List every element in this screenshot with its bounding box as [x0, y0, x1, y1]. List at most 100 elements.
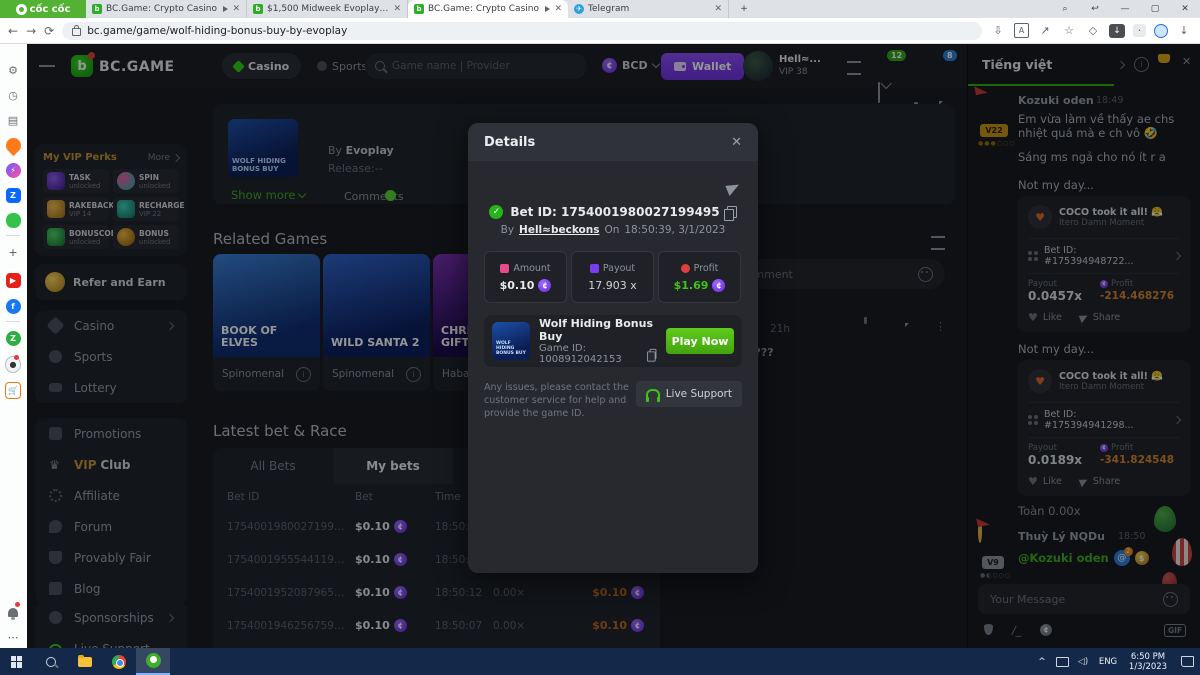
telegram-favicon: ✈ [574, 4, 584, 14]
bcgame-favicon: b [253, 4, 263, 14]
tray-expand-icon[interactable]: ^ [1032, 648, 1052, 675]
modal-header: Details ✕ [468, 123, 758, 161]
modal-live-support-button[interactable]: Live Support [636, 381, 742, 407]
browser-profile-avatar[interactable] [1154, 24, 1168, 38]
clock[interactable]: 6:50 PM 1/3/2023 [1122, 648, 1174, 675]
payout-stat: Payout 17.903 x [571, 251, 654, 303]
amount-icon [500, 264, 509, 273]
extensions-puzzle-icon[interactable]: · [1133, 24, 1146, 37]
tab-close-icon[interactable]: ✕ [714, 4, 722, 14]
coccoc-brand[interactable]: cốc cốc [0, 0, 86, 18]
modal-title: Details [484, 135, 535, 150]
tab-close-icon[interactable]: ✕ [232, 4, 240, 14]
add-favorite-button[interactable]: + [5, 244, 21, 260]
verified-check-icon: ✓ [489, 205, 503, 219]
history-clock-icon[interactable]: ◷ [5, 87, 21, 103]
tray-time: 6:50 PM [1131, 652, 1165, 662]
search-tabs-icon[interactable]: ⌕ [1050, 0, 1080, 18]
messenger-icon[interactable]: ⚡ [5, 162, 21, 178]
reload-icon[interactable]: ⟳ [44, 24, 54, 38]
translate-icon[interactable]: A [1014, 23, 1029, 38]
language-indicator[interactable]: ENG [1094, 648, 1122, 675]
window-maximize-button[interactable]: ▢ [1140, 0, 1170, 18]
flame-icon[interactable] [5, 137, 21, 153]
network-icon[interactable] [1052, 648, 1072, 675]
payout-icon [590, 264, 599, 273]
newsfeed-icon[interactable]: ▤ [5, 112, 21, 128]
tab-close-icon[interactable]: ✕ [554, 4, 562, 14]
modal-game-name: Wolf Hiding Bonus Buy [539, 317, 657, 343]
start-button[interactable] [0, 648, 34, 675]
settings-gear-icon[interactable]: ⚙ [5, 62, 21, 78]
bet-details-modal: Details ✕ ✓ Bet ID: 1754001980027199495 … [468, 123, 758, 573]
sports-site-icon[interactable]: ● [5, 356, 21, 372]
tab-history-icon[interactable]: ↩ [1080, 0, 1110, 18]
shopping-cart-icon[interactable]: 🛒 [5, 382, 21, 398]
share-icon[interactable]: ↗ [1037, 24, 1053, 37]
browser-tab-3-active[interactable]: b BC.Game: Crypto Casino ✕ [408, 0, 568, 18]
more-options-icon[interactable]: ⋯ [5, 629, 21, 645]
brand-label: cốc cốc [30, 4, 71, 15]
modal-game-thumbnail[interactable]: WOLF HIDING BONUS BUY [492, 322, 530, 360]
window-minimize-button[interactable]: — [1110, 0, 1140, 18]
gamepad-icon[interactable] [5, 212, 21, 228]
coccoc-logo-icon [16, 4, 27, 15]
bet-timestamp: 18:50:39, 3/1/2023 [624, 224, 725, 236]
coccoc-taskbar-icon-active[interactable] [136, 648, 170, 675]
bcgame-favicon: b [414, 4, 424, 14]
browser-favorites-bar: ⚙ ◷ ▤ ⚡ Z + ▶ f Z ● 🛒 ⋯ [0, 44, 28, 648]
window-close-button[interactable]: ✕ [1170, 0, 1200, 18]
tab-close-icon[interactable]: ✕ [393, 4, 401, 14]
volume-icon[interactable]: ◁) [1072, 648, 1094, 675]
tab-title: $1,500 Midweek Evoplay Mu [267, 4, 389, 14]
screen: cốc cốc b BC.Game: Crypto Casino ✕ b $1,… [0, 0, 1200, 675]
modal-game-card: WOLF HIDING BONUS BUY Wolf Hiding Bonus … [484, 315, 742, 367]
bookmark-star-icon[interactable]: ☆ [1061, 24, 1077, 37]
bet-owner[interactable]: Hell≈beckons [519, 224, 599, 236]
browser-tab-1[interactable]: b BC.Game: Crypto Casino ✕ [86, 0, 247, 18]
file-explorer-icon[interactable] [68, 648, 102, 675]
zalo-pc-icon[interactable]: Z [5, 330, 21, 346]
modal-close-icon[interactable]: ✕ [731, 135, 742, 150]
profit-stat: Profit $1.69¢ [658, 251, 741, 303]
play-now-button[interactable]: Play Now [666, 328, 734, 354]
copy-icon[interactable] [649, 349, 656, 359]
lock-icon [72, 28, 81, 36]
shield-icon[interactable]: ◇ [1085, 24, 1101, 37]
amount-value: $0.10 [500, 279, 535, 292]
tray-date: 1/3/2023 [1129, 662, 1167, 672]
modal-bet-id: Bet ID: 1754001980027199495 [510, 205, 719, 219]
forward-icon[interactable]: → [26, 24, 36, 38]
download-active-icon[interactable]: ↓ [1109, 24, 1125, 38]
action-center-icon[interactable] [1174, 648, 1200, 675]
downloads-icon[interactable]: ↓ [1176, 24, 1192, 37]
facebook-icon[interactable]: f [5, 298, 21, 314]
modal-issues-note: Any issues, please contact the customer … [484, 381, 644, 420]
coin-icon: ¢ [538, 279, 551, 292]
chrome-icon[interactable] [102, 648, 136, 675]
zalo-icon[interactable]: Z [5, 187, 21, 203]
audio-icon [545, 6, 550, 12]
save-page-icon[interactable]: ⇩ [990, 24, 1006, 37]
divider [6, 235, 20, 236]
back-icon[interactable]: ← [8, 24, 18, 38]
browser-tab-2[interactable]: b $1,500 Midweek Evoplay Mu ✕ [247, 0, 408, 18]
taskbar-search-icon[interactable] [34, 648, 68, 675]
profit-value: $1.69 [674, 279, 709, 292]
modal-game-id: Game ID: 1008912042153 [539, 343, 644, 365]
copy-icon[interactable] [727, 206, 737, 218]
bet-by-row: By Hell≈beckons On 18:50:39, 3/1/2023 [468, 224, 758, 236]
browser-tab-bar: cốc cốc b BC.Game: Crypto Casino ✕ b $1,… [0, 0, 1200, 18]
bcgame-favicon: b [92, 4, 102, 14]
notification-bell-icon[interactable] [5, 604, 21, 620]
windows-taskbar: ^ ◁) ENG 6:50 PM 1/3/2023 [0, 648, 1200, 675]
url-text: bc.game/game/wolf-hiding-bonus-buy-by-ev… [87, 25, 347, 37]
youtube-icon[interactable]: ▶ [5, 272, 21, 288]
profit-icon [681, 264, 690, 273]
share-bet-icon[interactable] [725, 181, 741, 196]
amount-stat: Amount $0.10¢ [484, 251, 567, 303]
new-tab-button[interactable]: + [729, 0, 759, 18]
browser-tab-4[interactable]: ✈ Telegram ✕ [568, 0, 729, 18]
browser-toolbar: ← → ⟳ bc.game/game/wolf-hiding-bonus-buy… [0, 18, 1200, 44]
address-bar[interactable]: bc.game/game/wolf-hiding-bonus-buy-by-ev… [62, 22, 982, 40]
